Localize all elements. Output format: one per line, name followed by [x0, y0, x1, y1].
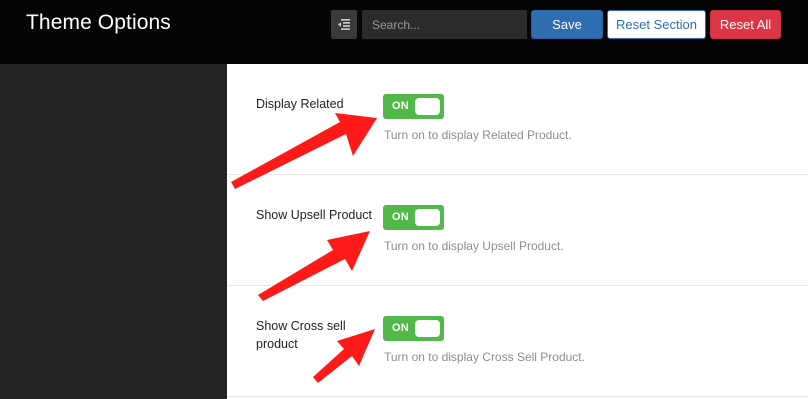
option-row-display-related: Display Related ON Turn on to display Re… [227, 64, 808, 175]
page-title: Theme Options [26, 11, 171, 34]
toggle-state-text: ON [392, 211, 409, 223]
save-button[interactable]: Save [531, 10, 603, 39]
option-row-show-cross-sell: Show Cross sell product ON Turn on to di… [227, 286, 808, 397]
options-panel: Display Related ON Turn on to display Re… [227, 64, 808, 399]
sidebar [0, 64, 227, 399]
reset-all-button[interactable]: Reset All [710, 10, 781, 39]
option-label: Display Related [256, 97, 344, 111]
reset-section-button[interactable]: Reset Section [607, 10, 706, 39]
option-description: Turn on to display Related Product. [384, 128, 572, 142]
option-description: Turn on to display Upsell Product. [384, 239, 564, 253]
show-upsell-toggle[interactable]: ON [383, 205, 444, 230]
option-description: Turn on to display Cross Sell Product. [384, 350, 585, 364]
search-input[interactable] [362, 10, 527, 39]
toggle-state-text: ON [392, 322, 409, 334]
toggle-knob [415, 209, 440, 226]
collapse-menu-icon [338, 19, 350, 30]
toggle-knob [415, 320, 440, 337]
toggle-state-text: ON [392, 100, 409, 112]
option-label: Show Upsell Product [256, 208, 373, 222]
option-label: Show Cross sell product [256, 319, 346, 351]
collapse-sidebar-button[interactable] [331, 10, 357, 39]
option-row-show-upsell: Show Upsell Product ON Turn on to displa… [227, 175, 808, 286]
toggle-knob [415, 98, 440, 115]
show-cross-sell-toggle[interactable]: ON [383, 316, 444, 341]
top-bar: Theme Options Save Reset Section Reset A… [0, 0, 808, 64]
display-related-toggle[interactable]: ON [383, 94, 444, 119]
